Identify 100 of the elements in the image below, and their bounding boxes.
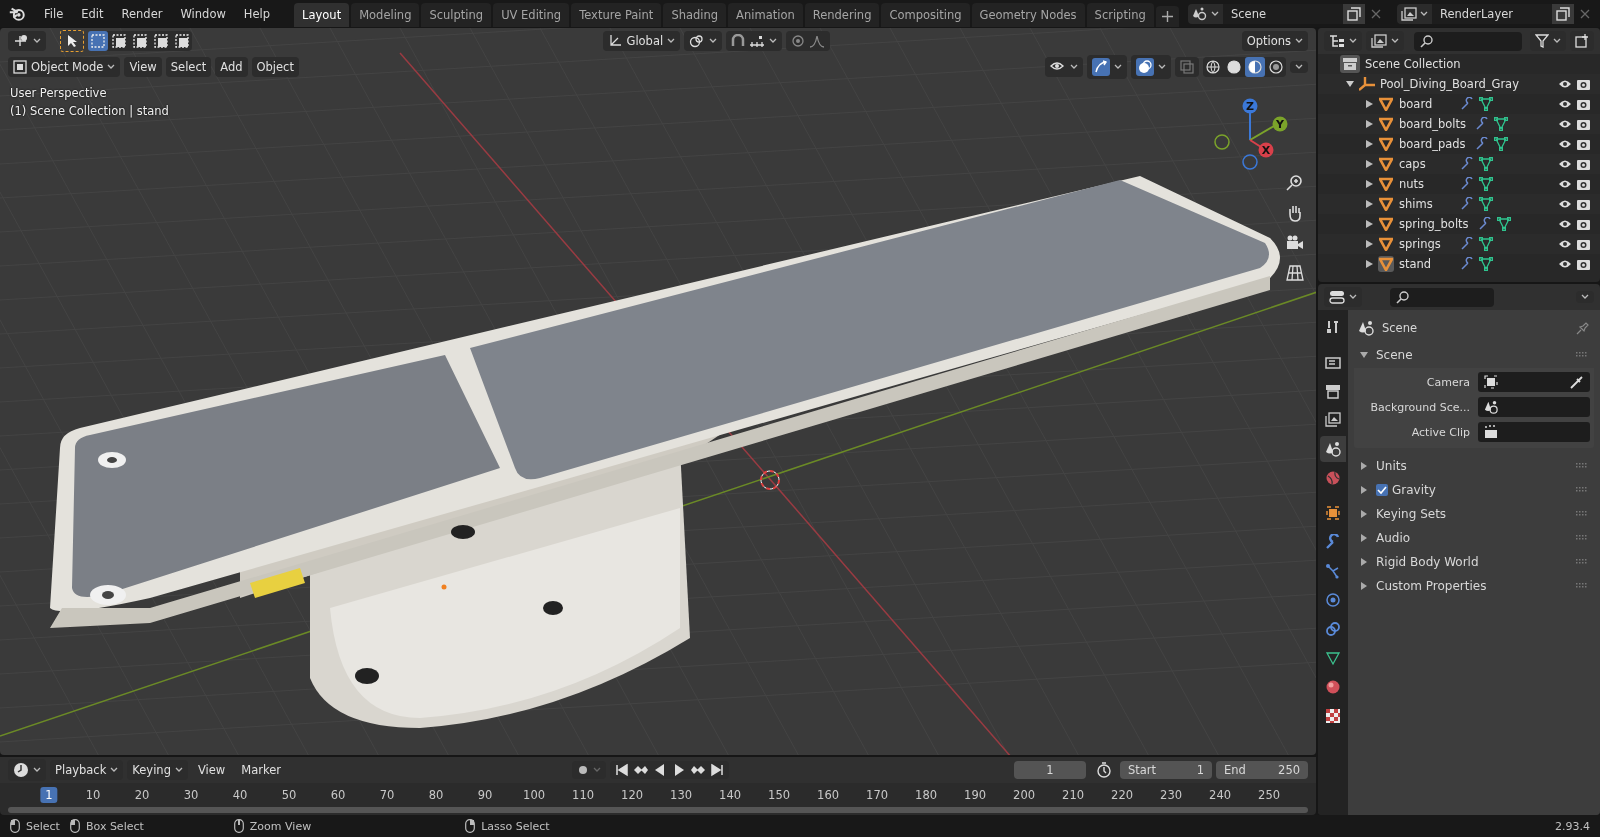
keyframe-record-button[interactable] [572,761,606,779]
copy-button[interactable] [1552,3,1574,24]
eye-icon[interactable] [1558,139,1572,149]
options-dropdown[interactable] [1576,291,1594,303]
disclosure-triangle-icon[interactable] [1366,160,1373,168]
selection-mode-button[interactable] [130,31,150,51]
workspace-tab[interactable]: Rendering [804,3,880,27]
disclosure-triangle-icon[interactable] [1366,120,1373,128]
timeline-menu[interactable]: Playback [50,760,124,780]
camera-icon[interactable] [1577,238,1590,250]
camera-icon[interactable] [1577,258,1590,270]
negative-axis-handle[interactable] [1242,154,1258,170]
frame-number[interactable]: 1 [40,787,58,803]
eye-icon[interactable] [1558,99,1572,109]
proportional-editing-button[interactable] [786,31,831,51]
scene-name-field[interactable]: Scene [1223,3,1343,24]
view-layer-selector-button[interactable] [1397,3,1432,24]
property-field[interactable] [1478,372,1590,392]
workspace-tab[interactable]: Shading [663,3,727,27]
panel-header[interactable]: Keying Sets [1360,507,1447,521]
mesh-triangle-icon[interactable] [1496,217,1511,231]
editor-type-button[interactable] [8,759,46,781]
editor-type-button[interactable] [1324,287,1362,307]
shading-mode-button[interactable] [1266,57,1286,77]
zoom-icon[interactable] [1286,174,1304,192]
close-icon[interactable] [1371,8,1381,19]
mesh-triangle-icon[interactable] [1479,237,1493,251]
editor-type-button[interactable] [8,31,46,51]
workspace-tab[interactable]: Sculpting [421,3,492,27]
camera-icon[interactable] [1577,118,1590,130]
eye-icon[interactable] [1558,239,1572,249]
workspace-tab[interactable]: Animation [728,3,803,27]
search-field[interactable] [1414,31,1522,51]
disclosure-triangle-icon[interactable] [1366,180,1373,188]
panel-header[interactable]: Custom Properties [1360,579,1487,593]
viewport-menu[interactable]: Select [165,57,212,77]
panel-header[interactable]: Rigid Body World [1360,555,1479,569]
jump-end-icon[interactable] [709,762,725,778]
scene-selector-button[interactable] [1188,3,1223,24]
eye-icon[interactable] [1558,159,1572,169]
wrench-icon[interactable] [1460,177,1474,191]
grid-icon[interactable] [1286,264,1304,282]
drag-handle-icon[interactable] [1576,463,1588,469]
mesh-triangle-icon[interactable] [1494,117,1508,131]
eye-icon[interactable] [1558,79,1572,89]
outliner-item[interactable]: spring_bolts [1399,217,1473,231]
wrench-icon[interactable] [1460,237,1474,251]
view-layer-name-field[interactable]: RenderLayer [1432,3,1552,24]
wrench-icon[interactable] [1477,217,1492,231]
mesh-triangle-icon[interactable] [1479,97,1493,111]
viewport-menu[interactable]: View [124,57,162,77]
pin-icon[interactable] [1576,321,1590,335]
camera-icon[interactable] [1577,78,1590,90]
wrench-icon[interactable] [1460,97,1474,111]
new-collection-button[interactable] [1570,31,1594,51]
outliner-item[interactable]: board [1399,97,1455,111]
camera-icon[interactable] [1577,178,1590,190]
negative-axis-handle[interactable] [1214,134,1230,150]
shading-mode-button[interactable] [1224,57,1244,77]
horizontal-scrollbar[interactable] [8,807,1308,813]
panel-header[interactable]: Audio [1360,531,1411,545]
disclosure-triangle-icon[interactable] [1366,100,1373,108]
menu-item[interactable]: Edit [73,3,112,24]
camera-icon[interactable] [1577,138,1590,150]
xray-toggle[interactable] [1175,57,1199,77]
outliner-item[interactable]: stand [1399,257,1455,271]
workspace-tab[interactable]: Compositing [881,3,970,27]
mesh-triangle-icon[interactable] [1479,157,1493,171]
visibility-dropdown[interactable] [1045,57,1083,77]
panel-header[interactable]: Gravity [1360,483,1436,497]
gizmo-toggle[interactable] [1087,55,1127,79]
drag-handle-icon[interactable] [1576,535,1588,541]
outliner-item[interactable]: caps [1399,157,1455,171]
mesh-triangle-icon[interactable] [1479,177,1493,191]
mode-dropdown[interactable]: Object Mode [8,57,121,77]
workspace-tab[interactable]: UV Editing [493,3,570,27]
search-field[interactable] [1390,287,1494,307]
checkbox[interactable] [1376,484,1388,496]
shading-mode-button[interactable] [1245,57,1265,77]
selection-mode-button[interactable] [88,31,108,51]
overlays-toggle[interactable] [1131,55,1171,79]
timeline-menu[interactable]: View [191,760,232,780]
select-tool-button[interactable] [60,30,84,52]
properties-tab[interactable] [1320,436,1346,462]
eye-icon[interactable] [1558,219,1572,229]
viewport-menu[interactable]: Add [215,57,248,77]
selection-mode-button[interactable] [151,31,171,51]
disclosure-triangle-icon[interactable] [1366,240,1373,248]
stopwatch-icon[interactable] [1096,762,1112,778]
disclosure-triangle-icon[interactable] [1366,220,1373,228]
filter-dropdown[interactable] [1530,31,1566,51]
property-field[interactable] [1478,422,1590,442]
outliner-item[interactable]: springs [1399,237,1455,251]
mesh-triangle-icon[interactable] [1493,137,1508,151]
pivot-point-dropdown[interactable] [684,31,723,51]
selection-mode-button[interactable] [172,31,192,51]
workspace-tab[interactable]: Layout [294,3,350,27]
selection-mode-button[interactable] [109,31,129,51]
axis-handle[interactable]: Z [1242,98,1258,114]
timeline-menu[interactable]: Keying [127,760,188,780]
